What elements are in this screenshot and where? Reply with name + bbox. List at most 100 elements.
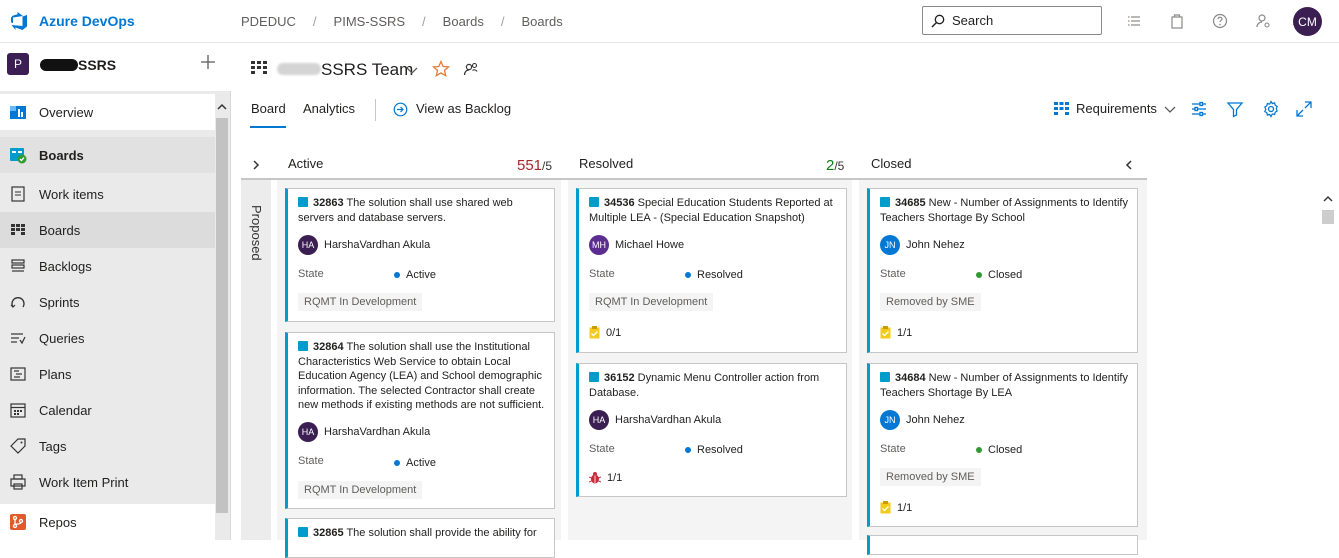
chevron-up-icon[interactable] [216, 101, 228, 113]
task-clipboard-icon [880, 326, 891, 339]
wip-count-resolved: 2/5 [826, 157, 844, 174]
work-item-card[interactable]: 34685 New - Number of Assignments to Ide… [867, 188, 1138, 353]
card-title[interactable]: 34684 New - Number of Assignments to Ide… [880, 371, 1129, 400]
backlog-level-selector[interactable]: Requirements [1054, 101, 1176, 116]
board-scrollbar[interactable] [1322, 210, 1334, 224]
state-dot [976, 447, 982, 453]
tag[interactable]: Removed by SME [880, 293, 981, 311]
repos-icon [10, 514, 26, 530]
tag[interactable]: RQMT In Development [589, 293, 714, 311]
column-header-resolved[interactable]: Resolved [579, 156, 633, 171]
sidebar-item-queries[interactable]: Queries [0, 320, 215, 356]
card-title[interactable]: 32863 The solution shall use shared web … [298, 196, 546, 225]
child-tasks-progress[interactable]: 1/1 [880, 501, 912, 514]
breadcrumb-boards-page[interactable]: Boards [522, 14, 563, 29]
card-title[interactable]: 36152 Dynamic Menu Controller action fro… [589, 371, 838, 400]
card-title[interactable]: 34536 Special Education Students Reporte… [589, 196, 838, 225]
column-options-icon[interactable] [1190, 100, 1208, 118]
team-members-icon[interactable] [463, 61, 479, 77]
card-id: 34684 [895, 372, 926, 384]
tag[interactable]: Removed by SME [880, 468, 981, 486]
state-value[interactable]: Resolved [685, 269, 743, 281]
chevron-left-icon[interactable] [1123, 159, 1135, 171]
sidebar-item-work-item-print[interactable]: Work Item Print [0, 464, 215, 500]
work-item-card[interactable]: 32865 The solution shall provide the abi… [285, 518, 555, 558]
settings-gear-icon[interactable] [1262, 100, 1280, 118]
sidebar-item-work-items[interactable]: Work items [0, 176, 215, 212]
work-item-card[interactable]: 34684 New - Number of Assignments to Ide… [867, 363, 1138, 527]
state-label: State [880, 443, 906, 455]
sidebar-item-sprints[interactable]: Sprints [0, 284, 215, 320]
brand-name[interactable]: Azure DevOps [39, 13, 135, 29]
azure-devops-logo-icon[interactable] [9, 11, 29, 31]
state-value[interactable]: Closed [976, 269, 1022, 281]
sidebar-item-overview[interactable]: Overview [0, 94, 215, 130]
sidebar-item-backlogs[interactable]: Backlogs [0, 248, 215, 284]
marketplace-bag-icon[interactable] [1168, 12, 1186, 30]
tag[interactable]: RQMT In Development [298, 481, 423, 499]
boards-icon [11, 224, 25, 235]
redacted-team-prefix [277, 63, 321, 75]
search-box[interactable]: Search [922, 6, 1102, 35]
assigned-to[interactable]: HA HarshaVardhan Akula [298, 422, 430, 442]
sidebar-item-repos[interactable]: Repos [0, 504, 215, 540]
favorite-star-icon[interactable] [432, 60, 450, 78]
filter-icon[interactable] [1226, 100, 1244, 118]
list-settings-icon[interactable] [1125, 12, 1143, 30]
work-item-card[interactable]: 32864 The solution shall use the Institu… [285, 332, 555, 509]
sidebar-item-calendar[interactable]: Calendar [0, 392, 215, 428]
user-avatar[interactable]: CM [1293, 7, 1322, 36]
task-clipboard-icon [880, 501, 891, 514]
sidebar-item-boards-hub[interactable]: Boards [0, 137, 215, 173]
work-item-card[interactable]: 32863 The solution shall use shared web … [285, 188, 555, 322]
navigate-arrow-icon[interactable] [393, 102, 408, 117]
sidebar-item-plans[interactable]: Plans [0, 356, 215, 392]
assigned-to[interactable]: JN John Nehez [880, 235, 965, 255]
sidebar-item-boards[interactable]: Boards [0, 212, 215, 248]
child-tasks-progress[interactable]: 0/1 [589, 326, 621, 339]
project-header[interactable]: P SSRS [0, 43, 231, 91]
card-id: 36152 [604, 372, 635, 384]
state-dot [685, 447, 691, 453]
state-value[interactable]: Active [394, 269, 436, 281]
state-value[interactable]: Resolved [685, 444, 743, 456]
state-value[interactable]: Active [394, 457, 436, 469]
work-item-card[interactable]: 36152 Dynamic Menu Controller action fro… [576, 363, 847, 497]
help-icon[interactable] [1211, 12, 1229, 30]
tab-board[interactable]: Board [251, 101, 286, 116]
state-text: Resolved [697, 269, 743, 281]
breadcrumb-project[interactable]: PIMS-SSRS [334, 14, 406, 29]
add-icon[interactable] [199, 53, 217, 71]
child-bugs-progress[interactable]: 1/1 [589, 471, 622, 484]
user-settings-icon[interactable] [1254, 12, 1272, 30]
card-title[interactable]: 32864 The solution shall use the Institu… [298, 340, 546, 413]
avatar: JN [880, 235, 900, 255]
tag[interactable]: RQMT In Development [298, 293, 423, 311]
chevron-right-icon[interactable] [250, 159, 262, 171]
sidebar-item-label: Queries [39, 330, 85, 346]
sidebar-scrollbar[interactable] [216, 118, 228, 513]
card-title[interactable]: 34685 New - Number of Assignments to Ide… [880, 196, 1129, 225]
assigned-to[interactable]: JN John Nehez [880, 410, 965, 430]
assigned-to[interactable]: HA HarshaVardhan Akula [589, 410, 721, 430]
child-tasks-progress[interactable]: 1/1 [880, 326, 912, 339]
team-name[interactable]: SSRS Team [321, 60, 413, 80]
breadcrumb-boards-hub[interactable]: Boards [443, 14, 484, 29]
chevron-up-icon[interactable] [1323, 194, 1333, 204]
column-header-active[interactable]: Active [288, 156, 323, 171]
breadcrumb-org[interactable]: PDEDUC [241, 14, 296, 29]
requirement-icon [298, 341, 308, 351]
column-header-closed[interactable]: Closed [871, 156, 911, 171]
work-item-card[interactable]: 34536 Special Education Students Reporte… [576, 188, 847, 353]
state-text: Closed [988, 269, 1023, 281]
tab-analytics[interactable]: Analytics [303, 101, 355, 116]
state-value[interactable]: Closed [976, 444, 1022, 456]
sidebar-item-tags[interactable]: Tags [0, 428, 215, 464]
work-item-card[interactable] [867, 535, 1138, 555]
fullscreen-expand-icon[interactable] [1295, 100, 1313, 118]
view-as-backlog-link[interactable]: View as Backlog [416, 101, 511, 116]
assigned-to[interactable]: MH Michael Howe [589, 235, 684, 255]
chevron-down-icon[interactable] [406, 65, 418, 75]
assigned-to[interactable]: HA HarshaVardhan Akula [298, 235, 430, 255]
card-title[interactable]: 32865 The solution shall provide the abi… [298, 526, 546, 541]
